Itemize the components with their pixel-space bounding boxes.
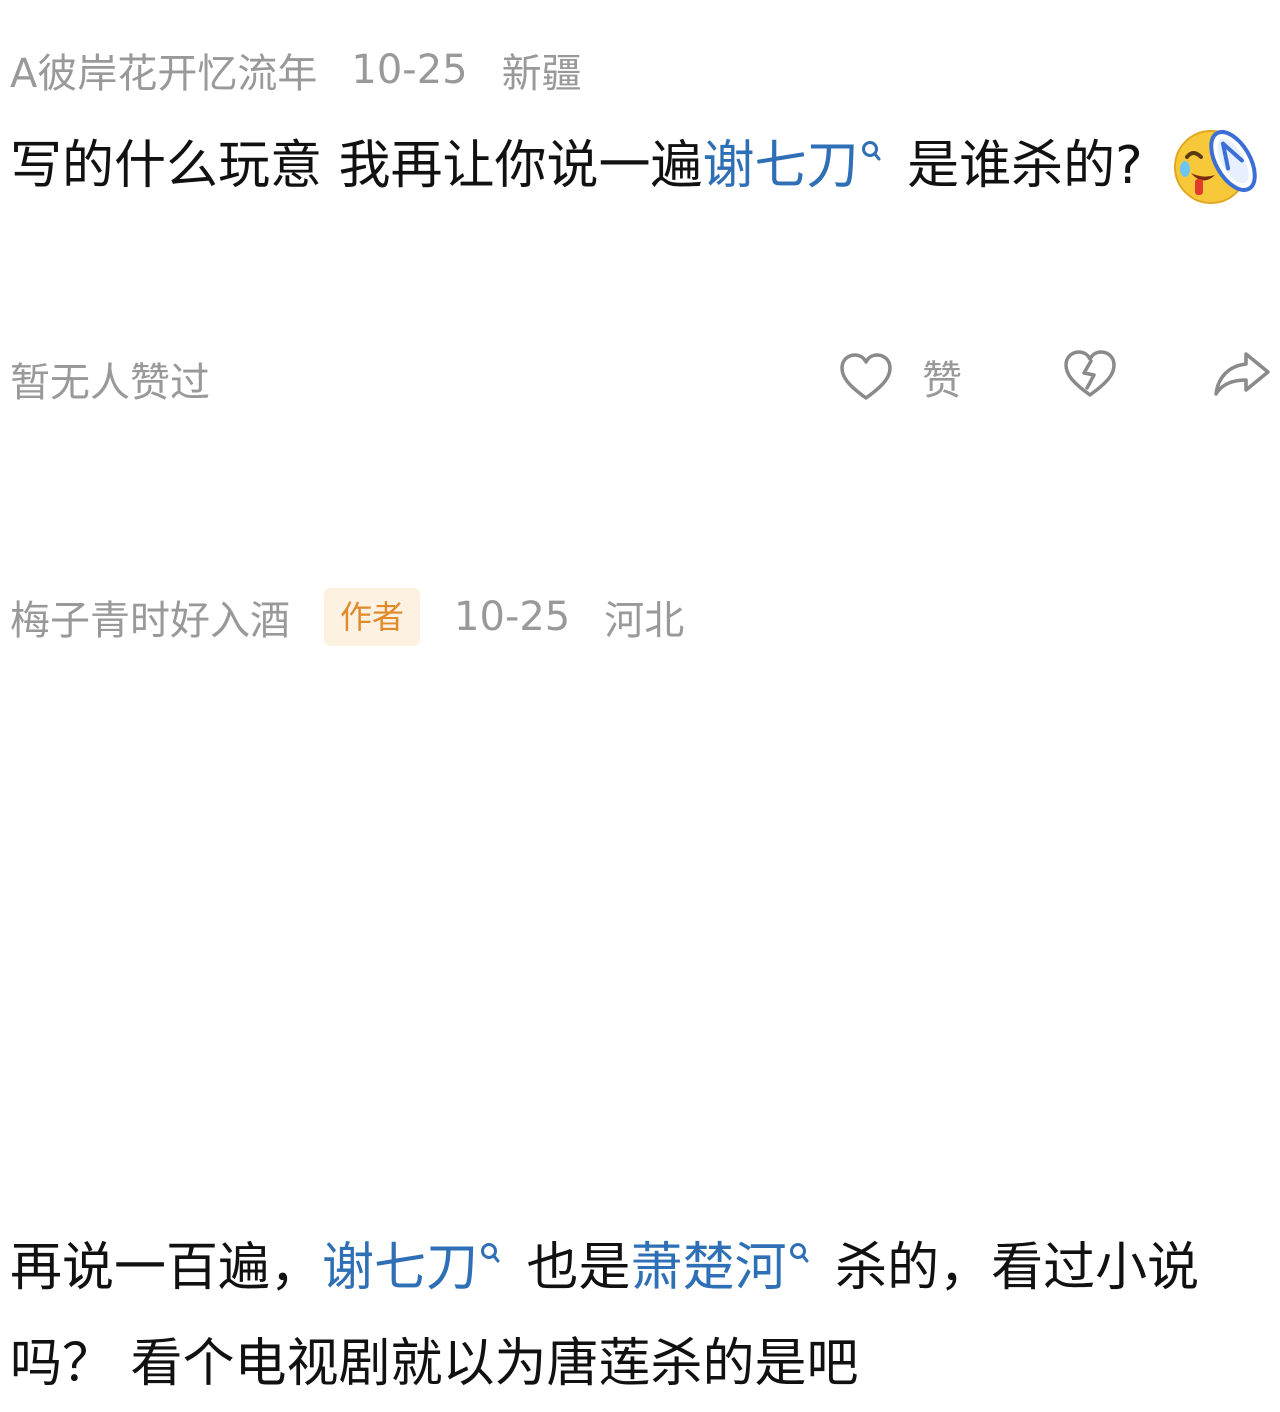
comment-text: 再说一百遍，谢七刀 也是萧楚河 杀的，看过小说吗？ 看个电视剧就以为唐莲杀的是吧 (10, 1220, 1272, 1412)
like-label: 赞 (922, 358, 962, 404)
comment-meta: A彼岸花开忆流年 10-25 新疆 (10, 30, 582, 110)
search-icon[interactable] (480, 1242, 500, 1270)
comment-date: 10-25 (454, 594, 571, 640)
search-icon[interactable] (789, 1242, 809, 1270)
comment-text-part: 写的什么玩意 我再让你说一遍 (10, 136, 703, 196)
comment-text-part: 是谁杀的? (890, 136, 1143, 196)
no-likes-text: 暂无人赞过 (10, 360, 210, 406)
heart-icon[interactable] (838, 351, 894, 403)
comment-text-part: 再说一百遍， (10, 1238, 323, 1298)
search-icon[interactable] (861, 140, 881, 168)
crying-laughing-slipper-emoji (1173, 130, 1257, 204)
topic-link-xieqidao[interactable]: 谢七刀 (322, 1238, 478, 1298)
like-button[interactable]: 赞 (838, 348, 962, 406)
comment-text-part: 也是 (510, 1238, 631, 1298)
share-icon[interactable] (1212, 348, 1272, 400)
topic-link-xieqidao[interactable]: 谢七刀 (703, 136, 859, 196)
comment-location: 河北 (604, 598, 685, 644)
comment-actions: 暂无人赞过 赞 (0, 340, 1280, 420)
dislike-button[interactable] (1062, 348, 1118, 400)
comment-meta: 梅子青时好入酒 作者 10-25 河北 (10, 577, 684, 657)
share-button[interactable] (1212, 348, 1272, 400)
username[interactable]: 梅子青时好入酒 (10, 588, 290, 646)
comment-location: 新疆 (501, 51, 582, 97)
username[interactable]: A彼岸花开忆流年 (10, 41, 317, 99)
broken-heart-icon[interactable] (1062, 348, 1118, 400)
topic-link-xiaochuhe[interactable]: 萧楚河 (631, 1238, 787, 1298)
author-badge: 作者 (324, 588, 421, 646)
comment-date: 10-25 (351, 47, 468, 93)
comment-text: 写的什么玩意 我再让你说一遍谢七刀 是谁杀的? (10, 118, 1272, 214)
